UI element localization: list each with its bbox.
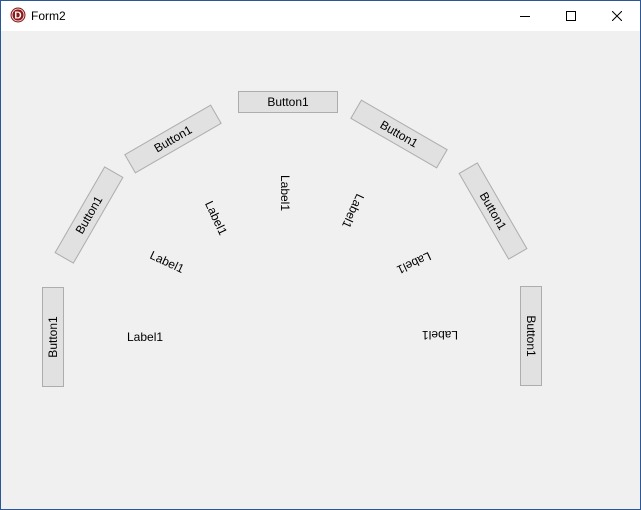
- close-button[interactable]: [594, 1, 640, 31]
- button-7[interactable]: Button1: [520, 286, 542, 386]
- button-6[interactable]: Button1: [458, 162, 528, 260]
- label-3: Label1: [202, 198, 230, 238]
- minimize-button[interactable]: [502, 1, 548, 31]
- title-bar[interactable]: D Form2: [1, 1, 640, 31]
- button-3[interactable]: Button1: [124, 104, 222, 174]
- label-2: Label1: [147, 248, 187, 276]
- label-6: Label1: [394, 249, 434, 277]
- window-title: Form2: [31, 9, 66, 23]
- label-1: Label1: [127, 330, 164, 344]
- label-5: Label1: [339, 191, 367, 231]
- minimize-icon: [520, 16, 530, 17]
- delphi-logo-icon: D: [10, 7, 26, 23]
- maximize-button[interactable]: [548, 1, 594, 31]
- form-client-area: Button1 Button1 Button1 Button1 Button1 …: [1, 31, 640, 509]
- button-4[interactable]: Button1: [238, 91, 338, 113]
- form-window: D Form2 Button1 Button1 Button1 Button1 …: [0, 0, 641, 510]
- button-1[interactable]: Button1: [42, 287, 64, 387]
- close-icon: [612, 11, 622, 21]
- svg-text:D: D: [14, 11, 21, 22]
- button-2[interactable]: Button1: [54, 166, 124, 264]
- button-5[interactable]: Button1: [350, 99, 448, 169]
- maximize-icon: [566, 11, 576, 21]
- label-7: Label1: [422, 328, 459, 342]
- label-4: Label1: [278, 174, 293, 212]
